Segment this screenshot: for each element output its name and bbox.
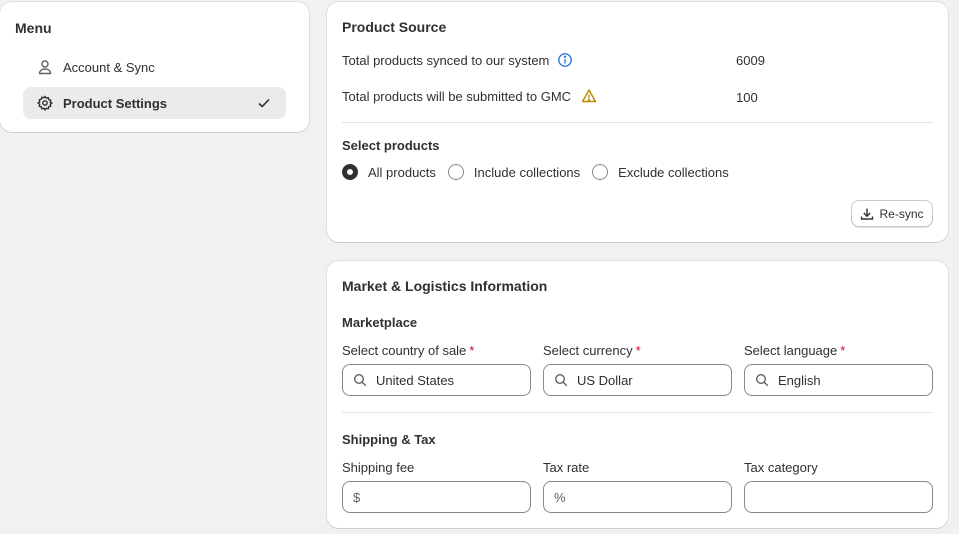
search-icon [353, 373, 367, 387]
menu-title: Menu [15, 20, 52, 36]
country-label-text: Select country of sale [342, 343, 467, 358]
sidebar-item-product-settings[interactable]: Product Settings [23, 87, 286, 119]
currency-prefix: $ [353, 489, 361, 505]
required-marker: * [840, 343, 846, 358]
resync-label: Re-sync [879, 206, 924, 221]
currency-label: Select currency * [543, 343, 641, 358]
country-label: Select country of sale * [342, 343, 474, 358]
radio-label: Include collections [473, 164, 581, 180]
percent-prefix: % [554, 489, 566, 505]
shipping-tax-title: Shipping & Tax [342, 432, 436, 447]
language-value: English [778, 372, 821, 388]
radio-include-collections[interactable]: Include collections [447, 164, 581, 180]
synced-products-label: Total products synced to our system [342, 52, 573, 68]
synced-products-text: Total products synced to our system [342, 52, 550, 68]
download-icon [860, 207, 874, 221]
tax-rate-input[interactable]: % [543, 481, 732, 513]
tax-rate-label: Tax rate [543, 460, 590, 475]
product-source-title: Product Source [342, 19, 447, 35]
currency-search-input[interactable]: US Dollar [543, 364, 732, 396]
market-logistics-title: Market & Logistics Information [342, 278, 548, 294]
tax-category-input[interactable] [744, 481, 933, 513]
shipping-fee-input[interactable]: $ [342, 481, 531, 513]
language-label: Select language * [744, 343, 845, 358]
radio-exclude-collections[interactable]: Exclude collections [592, 164, 729, 180]
radio-button[interactable] [447, 164, 464, 180]
marketplace-title: Marketplace [342, 315, 418, 330]
submitted-products-value: 100 [736, 90, 758, 105]
radio-button-checked[interactable] [342, 164, 358, 180]
required-marker: * [635, 343, 641, 358]
tax-category-label: Tax category [744, 460, 818, 475]
radio-button[interactable] [592, 164, 609, 180]
search-icon [755, 373, 769, 387]
gear-icon [37, 95, 53, 111]
submitted-products-label: Total products will be submitted to GMC [342, 88, 597, 104]
language-label-text: Select language [744, 343, 838, 358]
shipping-fee-label: Shipping fee [342, 460, 415, 475]
sidebar-item-label: Account & Sync [63, 59, 155, 75]
warning-icon[interactable] [581, 88, 597, 104]
product-selection-radio-group: All products Include collections Exclude… [342, 164, 741, 180]
market-logistics-card: Market & Logistics Information Marketpla… [327, 261, 948, 528]
sidebar-item-label: Product Settings [63, 95, 168, 111]
currency-value: US Dollar [577, 372, 633, 388]
radio-label: All products [368, 164, 436, 180]
radio-label: Exclude collections [618, 164, 729, 180]
sidebar-item-account-sync[interactable]: Account & Sync [23, 51, 286, 83]
currency-label-text: Select currency [543, 343, 633, 358]
info-icon[interactable] [557, 52, 573, 68]
required-marker: * [469, 343, 475, 358]
country-value: United States [376, 372, 455, 388]
radio-all-products[interactable]: All products [342, 164, 436, 180]
resync-button[interactable]: Re-sync [851, 200, 933, 227]
divider [342, 412, 933, 413]
checkmark-icon [256, 95, 272, 111]
search-icon [554, 373, 568, 387]
product-source-card: Product Source Total products synced to … [327, 2, 948, 242]
country-search-input[interactable]: United States [342, 364, 531, 396]
select-products-title: Select products [342, 138, 440, 153]
submitted-products-text: Total products will be submitted to GMC [342, 88, 572, 104]
divider [342, 122, 933, 123]
sidebar-menu: Menu Account & Sync Product Settings [0, 2, 309, 132]
language-search-input[interactable]: English [744, 364, 933, 396]
user-icon [37, 59, 53, 75]
synced-products-value: 6009 [736, 53, 765, 68]
